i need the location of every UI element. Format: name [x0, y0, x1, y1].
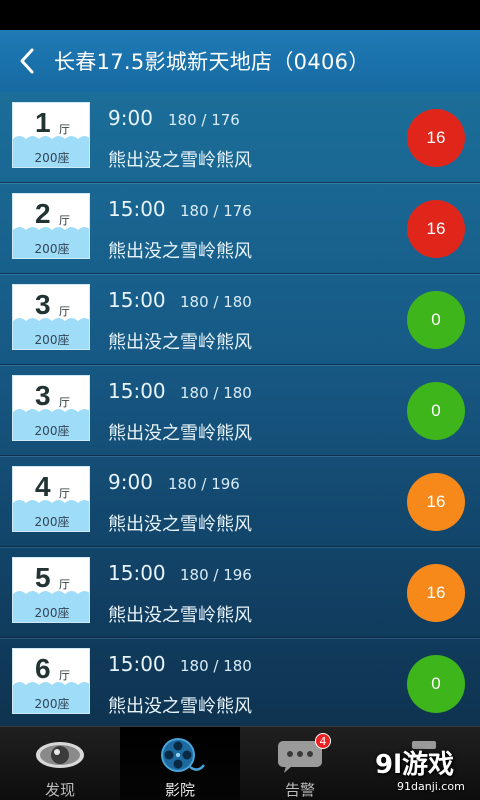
movie-title: 熊出没之雪岭熊风: [108, 696, 252, 717]
movie-title: 熊出没之雪岭熊风: [108, 332, 252, 353]
hall-card: 1 厅 200座: [12, 102, 90, 168]
hall-unit: 厅: [59, 123, 70, 136]
movie-title: 熊出没之雪岭熊风: [108, 423, 252, 444]
hall-number: 5: [35, 562, 51, 593]
showtime: 9:00: [108, 106, 153, 130]
hall-card: 5 厅 200座: [12, 557, 90, 623]
hall-unit: 厅: [59, 396, 70, 409]
showtime: 9:00: [108, 470, 153, 494]
showing-row[interactable]: 6 厅 200座 15:00 180 / 180 熊出没之雪岭熊风 0: [0, 638, 480, 726]
hall-seats: 200座: [34, 697, 70, 711]
watermark: 9l游戏 91danji.com: [345, 744, 480, 800]
tab-cinema[interactable]: 影院: [120, 727, 240, 800]
hall-seats: 200座: [34, 151, 70, 165]
hall-number: 6: [35, 653, 51, 684]
showing-row[interactable]: 5 厅 200座 15:00 180 / 196 熊出没之雪岭熊风 16: [0, 547, 480, 638]
status-badge: 16: [407, 473, 465, 531]
tab-discover[interactable]: 发现: [0, 727, 120, 800]
ticket-count: 180 / 196: [168, 475, 240, 493]
status-badge: 0: [407, 291, 465, 349]
status-badge: 16: [407, 564, 465, 622]
showing-row[interactable]: 2 厅 200座 15:00 180 / 176 熊出没之雪岭熊风 16: [0, 183, 480, 274]
ticket-count: 180 / 196: [180, 566, 252, 584]
chevron-left-icon: [20, 48, 34, 74]
hall-number: 3: [35, 289, 51, 320]
hall-number: 2: [35, 198, 51, 229]
hall-seats: 200座: [34, 333, 70, 347]
hall-number: 1: [35, 107, 51, 138]
hall-seats: 200座: [34, 606, 70, 620]
hall-unit: 厅: [59, 487, 70, 500]
showtime: 15:00: [108, 561, 166, 585]
tab-discover-label: 发现: [44, 781, 75, 799]
hall-number: 3: [35, 380, 51, 411]
status-badge: 16: [407, 200, 465, 258]
film-reel-icon: [161, 738, 205, 772]
hall-card: 3 厅 200座: [12, 284, 90, 350]
notification-badge: 4: [315, 733, 331, 749]
hall-unit: 厅: [59, 578, 70, 591]
movie-title: 熊出没之雪岭熊风: [108, 150, 252, 171]
watermark-url: 91danji.com: [397, 780, 465, 793]
showing-row[interactable]: 4 厅 200座 9:00 180 / 196 熊出没之雪岭熊风 16: [0, 456, 480, 547]
status-bar: [0, 0, 480, 30]
hall-unit: 厅: [59, 669, 70, 682]
ticket-count: 180 / 180: [180, 384, 252, 402]
hall-seats: 200座: [34, 242, 70, 256]
showtime: 15:00: [108, 288, 166, 312]
movie-title: 熊出没之雪岭熊风: [108, 605, 252, 626]
hall-unit: 厅: [59, 214, 70, 227]
showing-row[interactable]: 1 厅 200座 9:00 180 / 176 熊出没之雪岭熊风 16: [0, 92, 480, 183]
back-button[interactable]: [0, 30, 54, 92]
hall-seats: 200座: [34, 515, 70, 529]
ticket-count: 180 / 176: [180, 202, 252, 220]
hall-card: 3 厅 200座: [12, 375, 90, 441]
ticket-count: 180 / 180: [180, 657, 252, 675]
movie-title: 熊出没之雪岭熊风: [108, 241, 252, 262]
header: 长春17.5影城新天地店（0406）: [0, 30, 480, 92]
showtime: 15:00: [108, 652, 166, 676]
status-badge: 0: [407, 382, 465, 440]
showing-list[interactable]: 1 厅 200座 9:00 180 / 176 熊出没之雪岭熊风 16 2 厅 200座 15:00…: [0, 92, 480, 726]
showing-row[interactable]: 3 厅 200座 15:00 180 / 180 熊出没之雪岭熊风 0: [0, 365, 480, 456]
status-badge: 16: [407, 109, 465, 167]
page-title: 长春17.5影城新天地店（0406）: [54, 50, 370, 74]
showing-row[interactable]: 3 厅 200座 15:00 180 / 180 熊出没之雪岭熊风 0: [0, 274, 480, 365]
hall-card: 6 厅 200座: [12, 648, 90, 714]
movie-title: 熊出没之雪岭熊风: [108, 514, 252, 535]
ticket-count: 180 / 176: [168, 111, 240, 129]
eye-icon: [36, 742, 84, 768]
hall-unit: 厅: [59, 305, 70, 318]
hall-card: 4 厅 200座: [12, 466, 90, 532]
status-badge: 0: [407, 655, 465, 713]
tab-cinema-label: 影院: [164, 781, 195, 799]
watermark-logo: 9l游戏: [375, 750, 455, 780]
tab-alerts[interactable]: 告警: [240, 727, 360, 800]
hall-seats: 200座: [34, 424, 70, 438]
ticket-count: 180 / 180: [180, 293, 252, 311]
tab-alerts-label: 告警: [284, 781, 315, 799]
hall-card: 2 厅 200座: [12, 193, 90, 259]
showtime: 15:00: [108, 379, 166, 403]
showtime: 15:00: [108, 197, 166, 221]
hall-number: 4: [35, 471, 51, 502]
